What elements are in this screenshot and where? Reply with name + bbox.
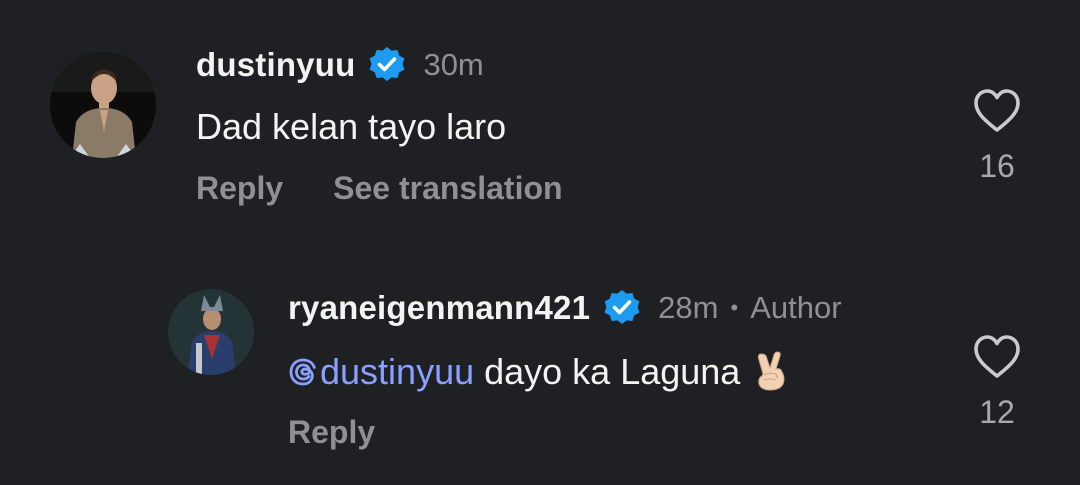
username[interactable]: ryaneigenmann421 — [288, 289, 590, 327]
comment-header: ryaneigenmann421 28m • Author — [288, 287, 842, 329]
like-count: 12 — [979, 394, 1015, 430]
verified-badge-icon — [602, 288, 642, 328]
heart-icon[interactable] — [973, 88, 1021, 134]
comment-body: dayo ka Laguna — [474, 351, 741, 392]
like-group: 16 — [957, 88, 1037, 185]
avatar[interactable] — [50, 52, 156, 158]
avatar[interactable] — [168, 289, 254, 375]
victory-hand-emoji-icon — [758, 351, 785, 391]
see-translation-button[interactable]: See translation — [333, 170, 562, 207]
threads-at-icon — [289, 358, 316, 386]
person-avatar-icon — [50, 52, 156, 158]
timestamp: 28m — [658, 290, 719, 325]
reply-button[interactable]: Reply — [288, 414, 375, 451]
like-group: 12 — [957, 334, 1037, 431]
verified-badge-icon — [367, 45, 407, 85]
timestamp: 30m — [423, 47, 484, 82]
person-avatar-icon — [168, 289, 254, 375]
comment-item: dustinyuu 30m Dad kelan tayo laro Reply … — [0, 0, 1080, 240]
like-count: 16 — [979, 148, 1015, 184]
comment-actions: Reply See translation — [196, 170, 613, 207]
reply-button[interactable]: Reply — [196, 170, 283, 207]
comment-text: dustinyuu dayo ka Laguna — [288, 350, 792, 393]
author-badge: Author — [750, 290, 842, 325]
heart-icon[interactable] — [973, 334, 1021, 380]
username[interactable]: dustinyuu — [196, 46, 355, 84]
mention-link[interactable]: dustinyuu — [288, 351, 474, 392]
comment-actions: Reply — [288, 414, 425, 451]
separator-dot: • — [730, 295, 739, 320]
reply-comment-item: ryaneigenmann421 28m • Author dustinyuu … — [0, 240, 1080, 485]
comment-header: dustinyuu 30m — [196, 44, 484, 86]
mention-username: dustinyuu — [320, 351, 475, 392]
comment-text: Dad kelan tayo laro — [196, 106, 507, 147]
